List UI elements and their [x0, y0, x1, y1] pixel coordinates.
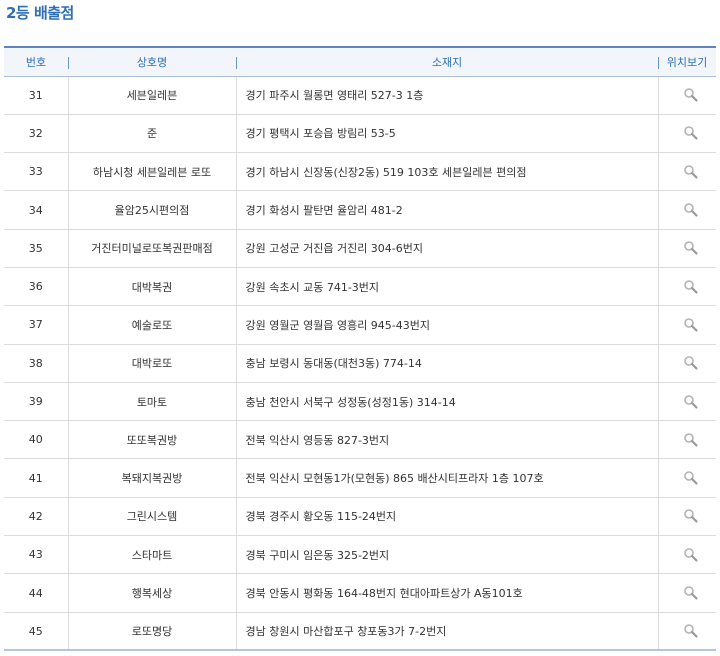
- map-view-cell: [658, 420, 716, 460]
- store-address: 경기 평택시 포승읍 방림리 53-5: [236, 114, 659, 154]
- map-view-cell: [658, 190, 716, 230]
- header-address: 소재지: [236, 46, 658, 77]
- table-body: 31 세븐일레븐 경기 파주시 월롱면 영태리 527-3 1층 32 준 경기…: [4, 76, 716, 652]
- map-view-cell: [658, 612, 716, 652]
- store-address: 경남 창원시 마산합포구 창포동3가 7-2번지: [236, 612, 659, 652]
- magnifier-icon[interactable]: [682, 86, 700, 104]
- magnifier-icon[interactable]: [682, 278, 700, 296]
- map-view-cell: [658, 267, 716, 307]
- store-name: 행복세상: [68, 573, 237, 613]
- row-number: 31: [4, 76, 69, 115]
- table-row: 43 스타마트 경북 구미시 임은동 325-2번지: [4, 535, 716, 575]
- row-number: 45: [4, 612, 69, 652]
- winning-stores-table: 번호 상호명 소재지 위치보기 31 세븐일레븐 경기 파주시 월롱면 영태리 …: [4, 46, 716, 652]
- map-view-cell: [658, 76, 716, 115]
- store-name: 세븐일레븐: [68, 76, 237, 115]
- map-view-cell: [658, 573, 716, 613]
- map-view-cell: [658, 152, 716, 192]
- store-address: 경북 구미시 임은동 325-2번지: [236, 535, 659, 575]
- row-number: 42: [4, 497, 69, 537]
- store-address: 강원 속초시 교동 741-3번지: [236, 267, 659, 307]
- magnifier-icon[interactable]: [682, 469, 700, 487]
- map-view-cell: [658, 114, 716, 154]
- row-number: 32: [4, 114, 69, 154]
- store-name: 준: [68, 114, 237, 154]
- store-address: 전북 익산시 모현동1가(모현동) 865 배산시티프라자 1층 107호: [236, 458, 659, 498]
- magnifier-icon[interactable]: [682, 201, 700, 219]
- map-view-cell: [658, 458, 716, 498]
- table-row: 36 대박복권 강원 속초시 교동 741-3번지: [4, 267, 716, 307]
- page-title: 2등 배출점: [6, 4, 74, 22]
- store-name: 스타마트: [68, 535, 237, 575]
- store-name: 그린시스템: [68, 497, 237, 537]
- store-address: 강원 고성군 거진읍 거진리 304-6번지: [236, 229, 659, 268]
- store-address: 충남 천안시 서북구 성정동(성정1동) 314-14: [236, 382, 659, 422]
- table-row: 40 또또복권방 전북 익산시 영등동 827-3번지: [4, 420, 716, 460]
- header-map: 위치보기: [658, 46, 716, 77]
- magnifier-icon[interactable]: [682, 163, 700, 181]
- store-name: 대박복권: [68, 267, 237, 307]
- table-row: 31 세븐일레븐 경기 파주시 월롱면 영태리 527-3 1층: [4, 76, 716, 115]
- store-name: 대박로또: [68, 344, 237, 383]
- row-number: 38: [4, 344, 69, 383]
- header-no: 번호: [4, 46, 68, 77]
- store-name: 로또명당: [68, 612, 237, 652]
- map-view-cell: [658, 344, 716, 383]
- store-name: 하남시청 세븐일레븐 로또: [68, 152, 237, 192]
- magnifier-icon[interactable]: [682, 584, 700, 602]
- table-row: 37 예술로또 강원 영월군 영월읍 영흥리 945-43번지: [4, 305, 716, 345]
- store-address: 경기 파주시 월롱면 영태리 527-3 1층: [236, 76, 659, 115]
- row-number: 34: [4, 190, 69, 230]
- row-number: 36: [4, 267, 69, 307]
- magnifier-icon[interactable]: [682, 393, 700, 411]
- store-address: 전북 익산시 영등동 827-3번지: [236, 420, 659, 460]
- table-row: 41 복돼지복권방 전북 익산시 모현동1가(모현동) 865 배산시티프라자 …: [4, 458, 716, 498]
- magnifier-icon[interactable]: [682, 507, 700, 525]
- magnifier-icon[interactable]: [682, 124, 700, 142]
- table-header: 번호 상호명 소재지 위치보기: [4, 46, 716, 77]
- map-view-cell: [658, 535, 716, 575]
- store-name: 거진터미널로또복권판매점: [68, 229, 237, 268]
- table-row: 44 행복세상 경북 안동시 평화동 164-48번지 현대아파트상가 A동10…: [4, 573, 716, 613]
- table-row: 33 하남시청 세븐일레븐 로또 경기 하남시 신장동(신장2동) 519 10…: [4, 152, 716, 192]
- magnifier-icon[interactable]: [682, 622, 700, 640]
- table-row: 42 그린시스템 경북 경주시 황오동 115-24번지: [4, 497, 716, 537]
- table-row: 45 로또명당 경남 창원시 마산합포구 창포동3가 7-2번지: [4, 612, 716, 652]
- magnifier-icon[interactable]: [682, 239, 700, 257]
- store-name: 복돼지복권방: [68, 458, 237, 498]
- store-name: 율암25시편의점: [68, 190, 237, 230]
- table-row: 38 대박로또 충남 보령시 동대동(대천3동) 774-14: [4, 344, 716, 383]
- row-number: 41: [4, 458, 69, 498]
- store-address: 충남 보령시 동대동(대천3동) 774-14: [236, 344, 659, 383]
- store-name: 토마토: [68, 382, 237, 422]
- row-number: 39: [4, 382, 69, 422]
- table-row: 39 토마토 충남 천안시 서북구 성정동(성정1동) 314-14: [4, 382, 716, 422]
- store-address: 경기 화성시 팔탄면 율암리 481-2: [236, 190, 659, 230]
- header-name: 상호명: [68, 46, 236, 77]
- store-address: 경북 안동시 평화동 164-48번지 현대아파트상가 A동101호: [236, 573, 659, 613]
- map-view-cell: [658, 382, 716, 422]
- row-number: 35: [4, 229, 69, 268]
- magnifier-icon[interactable]: [682, 546, 700, 564]
- map-view-cell: [658, 305, 716, 345]
- row-number: 37: [4, 305, 69, 345]
- table-row: 35 거진터미널로또복권판매점 강원 고성군 거진읍 거진리 304-6번지: [4, 229, 716, 268]
- row-number: 40: [4, 420, 69, 460]
- row-number: 44: [4, 573, 69, 613]
- magnifier-icon[interactable]: [682, 316, 700, 334]
- row-number: 43: [4, 535, 69, 575]
- store-address: 강원 영월군 영월읍 영흥리 945-43번지: [236, 305, 659, 345]
- store-address: 경기 하남시 신장동(신장2동) 519 103호 세븐일레븐 편의점: [236, 152, 659, 192]
- store-address: 경북 경주시 황오동 115-24번지: [236, 497, 659, 537]
- store-name: 또또복권방: [68, 420, 237, 460]
- table-row: 32 준 경기 평택시 포승읍 방림리 53-5: [4, 114, 716, 154]
- table-row: 34 율암25시편의점 경기 화성시 팔탄면 율암리 481-2: [4, 190, 716, 230]
- magnifier-icon[interactable]: [682, 431, 700, 449]
- map-view-cell: [658, 229, 716, 268]
- magnifier-icon[interactable]: [682, 354, 700, 372]
- row-number: 33: [4, 152, 69, 192]
- header-row: 번호 상호명 소재지 위치보기: [4, 46, 716, 77]
- map-view-cell: [658, 497, 716, 537]
- store-name: 예술로또: [68, 305, 237, 345]
